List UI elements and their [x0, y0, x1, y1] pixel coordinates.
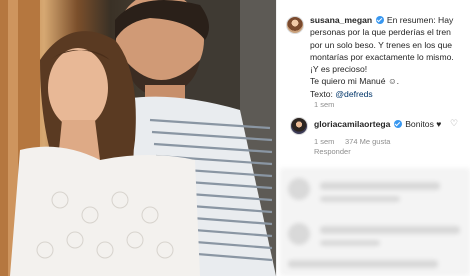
credit-label: Texto:	[310, 88, 336, 99]
verified-icon	[375, 16, 384, 24]
comment-likes[interactable]: 374 Me gusta	[345, 137, 390, 146]
verified-icon	[393, 120, 402, 128]
blurred-comments-area	[280, 168, 470, 276]
post-time[interactable]: 1 sem	[314, 100, 334, 109]
credit-mention-link[interactable]: @defreds	[335, 89, 372, 99]
author-username[interactable]: susana_megan	[310, 15, 372, 25]
couple-photo-illustration	[0, 0, 276, 276]
caption-love-line: Te quiero mi Manué ☺.	[310, 76, 400, 87]
reply-button[interactable]: Responder	[314, 147, 351, 156]
like-comment-heart-icon[interactable]: ♡	[450, 120, 459, 129]
post-photo	[0, 0, 276, 276]
post-caption: susana_megan En resumen: Hay personas po…	[310, 14, 462, 100]
comment-time[interactable]: 1 sem	[314, 137, 334, 146]
comment-body: gloriacamilaortega Bonitos ♥	[314, 118, 464, 130]
author-avatar[interactable]	[286, 16, 304, 34]
commenter-username[interactable]: gloriacamilaortega	[314, 119, 390, 129]
comment-text: Bonitos ♥	[405, 119, 442, 129]
commenter-avatar[interactable]	[290, 117, 308, 135]
